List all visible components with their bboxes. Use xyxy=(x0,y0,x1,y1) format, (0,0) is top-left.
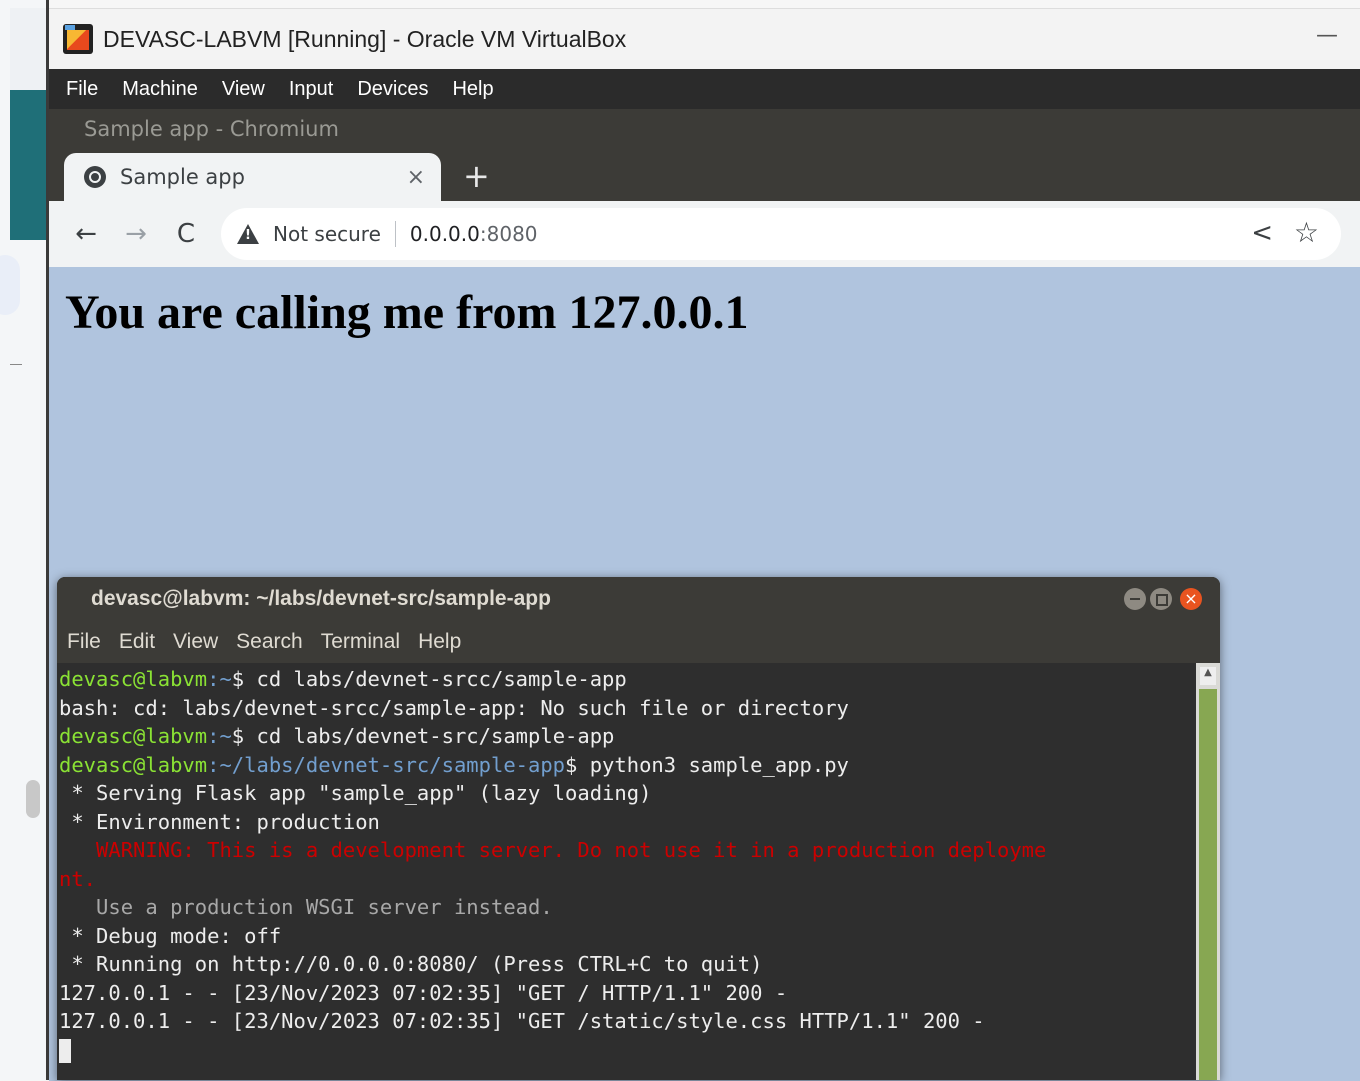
tab-strip: Sample app × + xyxy=(49,149,1360,201)
log-line: 127.0.0.1 - - [23/Nov/2023 07:02:35] "GE… xyxy=(59,980,788,1005)
terminal-line: bash: cd: labs/devnet-srcc/sample-app: N… xyxy=(59,695,849,720)
omnibox-separator xyxy=(394,221,396,247)
address-bar[interactable]: Not secure 0.0.0.0:8080 < ☆ xyxy=(221,208,1341,260)
terminal-line: * Environment: production xyxy=(59,809,380,834)
scroll-up-arrow-icon[interactable]: ▲ xyxy=(1200,667,1216,685)
prompt-user: devasc@labvm xyxy=(59,667,208,691)
terminal-menu-edit[interactable]: Edit xyxy=(119,630,155,654)
menu-input[interactable]: Input xyxy=(289,78,333,101)
virtualbox-titlebar[interactable]: DEVASC-LABVM [Running] - Oracle VM Virtu… xyxy=(49,9,1360,69)
virtualbox-menubar: File Machine View Input Devices Help xyxy=(49,69,1360,109)
terminal-menu-view[interactable]: View xyxy=(173,630,218,654)
terminal-line: Use a production WSGI server instead. xyxy=(59,895,553,919)
globe-icon xyxy=(84,166,106,188)
terminal-minimize-button[interactable] xyxy=(1124,588,1146,610)
prompt-user: devasc@labvm xyxy=(59,724,208,748)
back-button[interactable]: ← xyxy=(61,219,111,249)
url-port: :8080 xyxy=(479,222,538,246)
virtualbox-app-icon xyxy=(63,24,93,54)
command-text: $ cd labs/devnet-src/sample-app xyxy=(231,724,615,748)
new-tab-button[interactable]: + xyxy=(463,157,490,195)
host-avatar-partial xyxy=(0,255,20,315)
terminal-window: devasc@labvm: ~/labs/devnet-src/sample-a… xyxy=(57,577,1220,1080)
url-host: 0.0.0.0 xyxy=(409,222,480,246)
prompt-path: :~/labs/devnet-src/sample-app xyxy=(207,752,566,777)
menu-help[interactable]: Help xyxy=(452,78,493,101)
terminal-line: devasc@labvm:~$ cd labs/devnet-srcc/samp… xyxy=(59,667,627,691)
virtualbox-title: DEVASC-LABVM [Running] - Oracle VM Virtu… xyxy=(103,25,627,52)
terminal-close-button[interactable]: × xyxy=(1180,588,1202,610)
chromium-window-title: Sample app - Chromium xyxy=(84,117,339,141)
terminal-scrollbar[interactable]: ▲ xyxy=(1196,663,1220,1080)
tab-title: Sample app xyxy=(120,165,245,189)
url-text[interactable]: 0.0.0.0:8080 xyxy=(410,222,538,246)
log-line: 127.0.0.1 - - [23/Nov/2023 07:02:35] "GE… xyxy=(59,1009,985,1033)
tab-close-icon[interactable]: × xyxy=(407,165,425,190)
tab-sample-app[interactable]: Sample app × xyxy=(64,153,441,201)
terminal-line: * Running on http://0.0.0.0:8080/ (Press… xyxy=(59,952,763,976)
warning-icon[interactable] xyxy=(237,224,259,244)
terminal-menu-terminal[interactable]: Terminal xyxy=(321,630,400,654)
terminal-output[interactable]: devasc@labvm:~$ cd labs/devnet-srcc/samp… xyxy=(57,663,1194,1080)
security-label[interactable]: Not secure xyxy=(273,222,381,246)
chromium-titlebar[interactable]: Sample app - Chromium xyxy=(49,109,1360,149)
host-panel-top xyxy=(10,8,48,90)
host-panel-teal xyxy=(10,90,48,240)
host-scroll-handle[interactable] xyxy=(26,780,40,818)
terminal-line: * Debug mode: off xyxy=(59,923,282,948)
menu-devices[interactable]: Devices xyxy=(357,78,428,101)
forward-button[interactable]: → xyxy=(111,219,161,249)
menu-view[interactable]: View xyxy=(222,78,265,101)
browser-toolbar: ← → C Not secure 0.0.0.0:8080 < ☆ xyxy=(49,201,1360,267)
host-desktop-edge xyxy=(0,0,49,1080)
command-text: $ cd labs/devnet-srcc/sample-app xyxy=(231,667,627,691)
terminal-maximize-button[interactable] xyxy=(1150,588,1172,610)
terminal-menu-help[interactable]: Help xyxy=(418,630,461,654)
terminal-menu-file[interactable]: File xyxy=(67,630,101,654)
terminal-line: devasc@labvm:~/labs/devnet-src/sample-ap… xyxy=(59,753,849,777)
terminal-cursor xyxy=(59,1038,71,1063)
terminal-title: devasc@labvm: ~/labs/devnet-src/sample-a… xyxy=(91,587,551,610)
terminal-line: * Serving Flask app "sample_app" (lazy l… xyxy=(59,781,652,805)
command-text: $ python3 sample_app.py xyxy=(565,752,849,777)
menu-machine[interactable]: Machine xyxy=(122,78,198,101)
prompt-path: :~ xyxy=(207,667,232,691)
warning-line-wrap: nt. xyxy=(59,866,97,891)
scroll-thumb[interactable] xyxy=(1199,689,1217,1080)
host-divider xyxy=(10,364,22,365)
page-heading: You are calling me from 127.0.0.1 xyxy=(65,286,749,339)
terminal-menu-search[interactable]: Search xyxy=(236,630,303,654)
bookmark-star-icon[interactable]: ☆ xyxy=(1294,216,1319,249)
terminal-line: devasc@labvm:~$ cd labs/devnet-src/sampl… xyxy=(59,724,614,748)
reload-button[interactable]: C xyxy=(161,219,211,249)
terminal-titlebar[interactable]: devasc@labvm: ~/labs/devnet-src/sample-a… xyxy=(57,577,1220,621)
warning-line: WARNING: This is a development server. D… xyxy=(59,838,1047,862)
prompt-path: :~ xyxy=(207,724,232,748)
prompt-user: devasc@labvm xyxy=(59,752,208,777)
menu-file[interactable]: File xyxy=(66,78,98,101)
terminal-menubar: File Edit View Search Terminal Help xyxy=(57,621,1220,663)
share-icon[interactable]: < xyxy=(1251,218,1273,248)
minimize-button[interactable]: — xyxy=(1316,23,1338,48)
